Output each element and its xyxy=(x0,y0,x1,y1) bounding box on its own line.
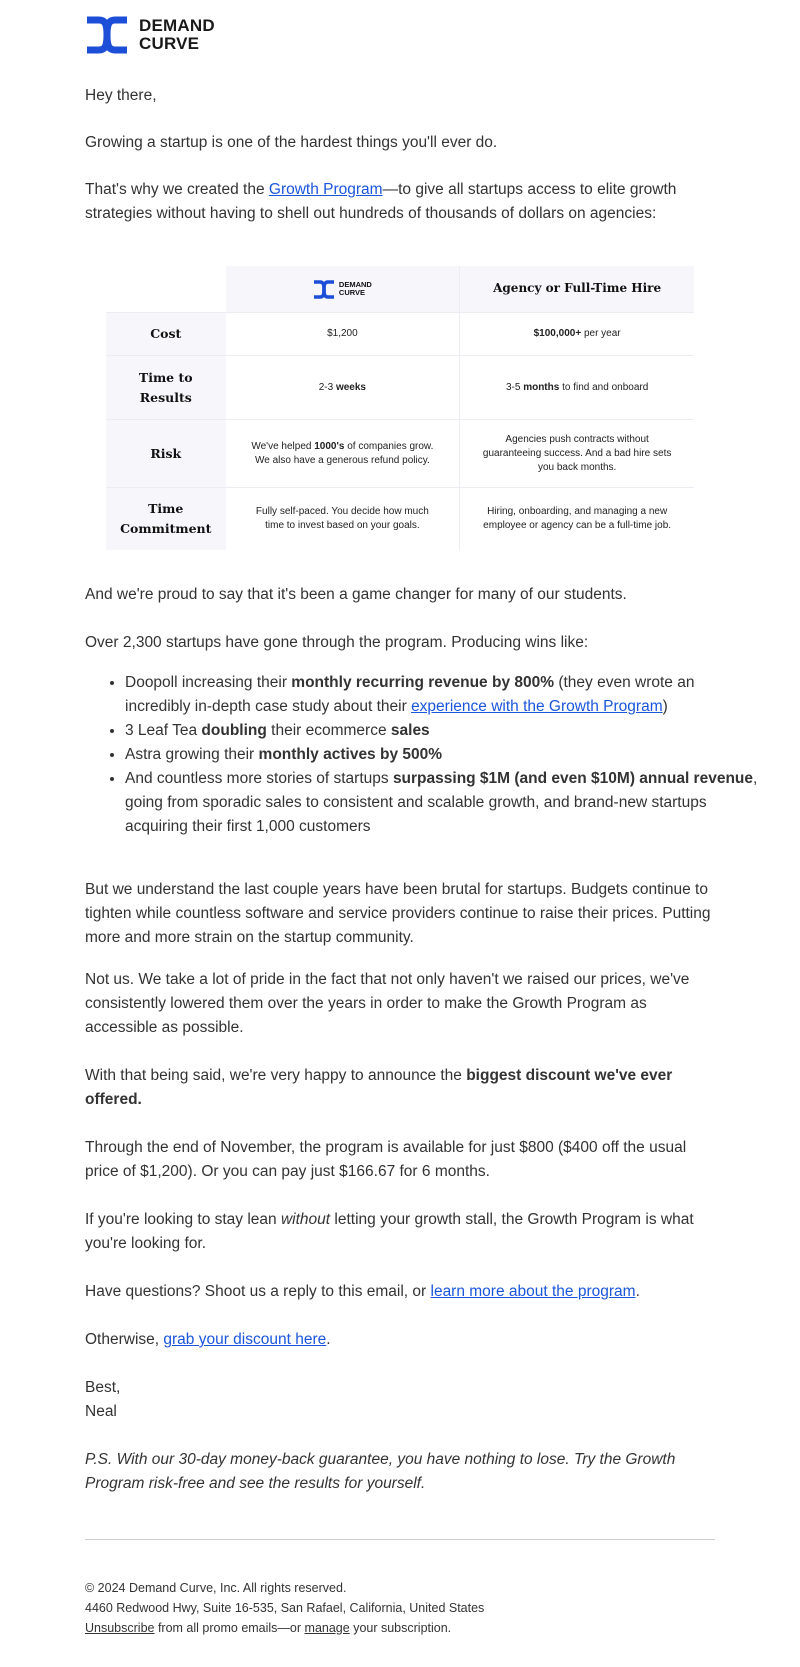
list-item: And countless more stories of startups s… xyxy=(125,767,760,839)
discount-cta-paragraph: Otherwise, grab your discount here. xyxy=(85,1331,331,1348)
pricing-history-paragraph: Not us. We take a lot of pride in the fa… xyxy=(85,971,690,1036)
table-row: Risk We've helped 1000's of companies gr… xyxy=(106,419,694,488)
stay-lean-paragraph: If you're looking to stay lean without l… xyxy=(85,1211,694,1252)
intro-paragraph: Growing a startup is one of the hardest … xyxy=(85,134,498,151)
list-item: 3 Leaf Tea doubling their ecommerce sale… xyxy=(125,719,760,743)
grab-discount-link[interactable]: grab your discount here xyxy=(163,1331,326,1348)
demand-curve-logo-icon xyxy=(313,279,334,299)
wins-intro-paragraph: Over 2,300 startups have gone through th… xyxy=(85,634,589,651)
demand-curve-cell: 2-3 weeks xyxy=(225,355,461,420)
demand-curve-logo-icon xyxy=(87,16,127,54)
table-row: Cost $1,200 $100,000+ per year xyxy=(106,312,694,356)
copyright: © 2024 Demand Curve, Inc. All rights res… xyxy=(85,1581,347,1595)
row-label: Cost xyxy=(106,312,226,356)
greeting: Hey there, xyxy=(85,87,157,104)
demand-curve-column-header: DEMAND CURVE xyxy=(225,266,461,313)
row-label: Risk xyxy=(106,419,226,488)
demand-curve-cell: We've helped 1000's of companies grow. We… xyxy=(225,419,461,488)
agency-cell: 3-5 months to find and onboard xyxy=(459,355,694,420)
wins-list: Doopoll increasing their monthly recurri… xyxy=(85,671,760,839)
growth-program-paragraph: That's why we created the Growth Program… xyxy=(85,181,677,222)
list-item: Doopoll increasing their monthly recurri… xyxy=(125,671,760,719)
agency-column-header: Agency or Full-Time Hire xyxy=(459,266,694,313)
questions-paragraph: Have questions? Shoot us a reply to this… xyxy=(85,1283,640,1300)
subscription-line: Unsubscribe from all promo emails—or man… xyxy=(85,1621,452,1635)
table-row: Time to Results 2-3 weeks 3-5 months to f… xyxy=(106,355,694,420)
demand-curve-mini-logo: DEMAND CURVE xyxy=(313,279,372,299)
game-changer-paragraph: And we're proud to say that it's been a … xyxy=(85,586,627,603)
list-item: Astra growing their monthly actives by 5… xyxy=(125,743,760,767)
demand-curve-cell: Fully self-paced. You decide how much tim… xyxy=(225,487,461,550)
growth-program-link[interactable]: Growth Program xyxy=(269,181,383,198)
postscript: P.S. With our 30-day money-back guarante… xyxy=(85,1451,676,1492)
table-header-row: DEMAND CURVE Agency or Full-Time Hire xyxy=(106,266,694,313)
demand-curve-cell: $1,200 xyxy=(225,312,461,356)
signoff: Best, xyxy=(85,1379,121,1396)
footer: © 2024 Demand Curve, Inc. All rights res… xyxy=(85,1578,720,1638)
table-row: Time Commitment Fully self-paced. You dec… xyxy=(106,487,694,550)
agency-cell: Agencies push contracts without guarantee… xyxy=(459,419,694,488)
agency-cell: $100,000+ per year xyxy=(459,312,694,356)
agency-cell: Hiring, onboarding, and managing a new em… xyxy=(459,487,694,550)
company-address: 4460 Redwood Hwy, Suite 16-535, San Rafa… xyxy=(85,1601,485,1615)
row-label: Time to Results xyxy=(106,355,226,420)
footer-divider xyxy=(85,1539,715,1540)
signature: Neal xyxy=(85,1403,117,1420)
discount-announcement-paragraph: With that being said, we're very happy t… xyxy=(85,1067,673,1108)
learn-more-link[interactable]: learn more about the program xyxy=(431,1283,636,1300)
budget-paragraph: But we understand the last couple years … xyxy=(85,881,711,946)
pricing-paragraph: Through the end of November, the program… xyxy=(85,1139,687,1180)
brand-logo: DEMAND CURVE xyxy=(85,16,215,54)
case-study-link[interactable]: experience with the Growth Program xyxy=(411,698,663,715)
row-label: Time Commitment xyxy=(106,487,226,550)
manage-subscription-link[interactable]: manage xyxy=(305,1621,350,1635)
unsubscribe-link[interactable]: Unsubscribe xyxy=(85,1621,154,1635)
comparison-table: DEMAND CURVE Agency or Full-Time Hire Cos… xyxy=(106,266,694,550)
brand-wordmark: DEMAND CURVE xyxy=(139,16,215,53)
